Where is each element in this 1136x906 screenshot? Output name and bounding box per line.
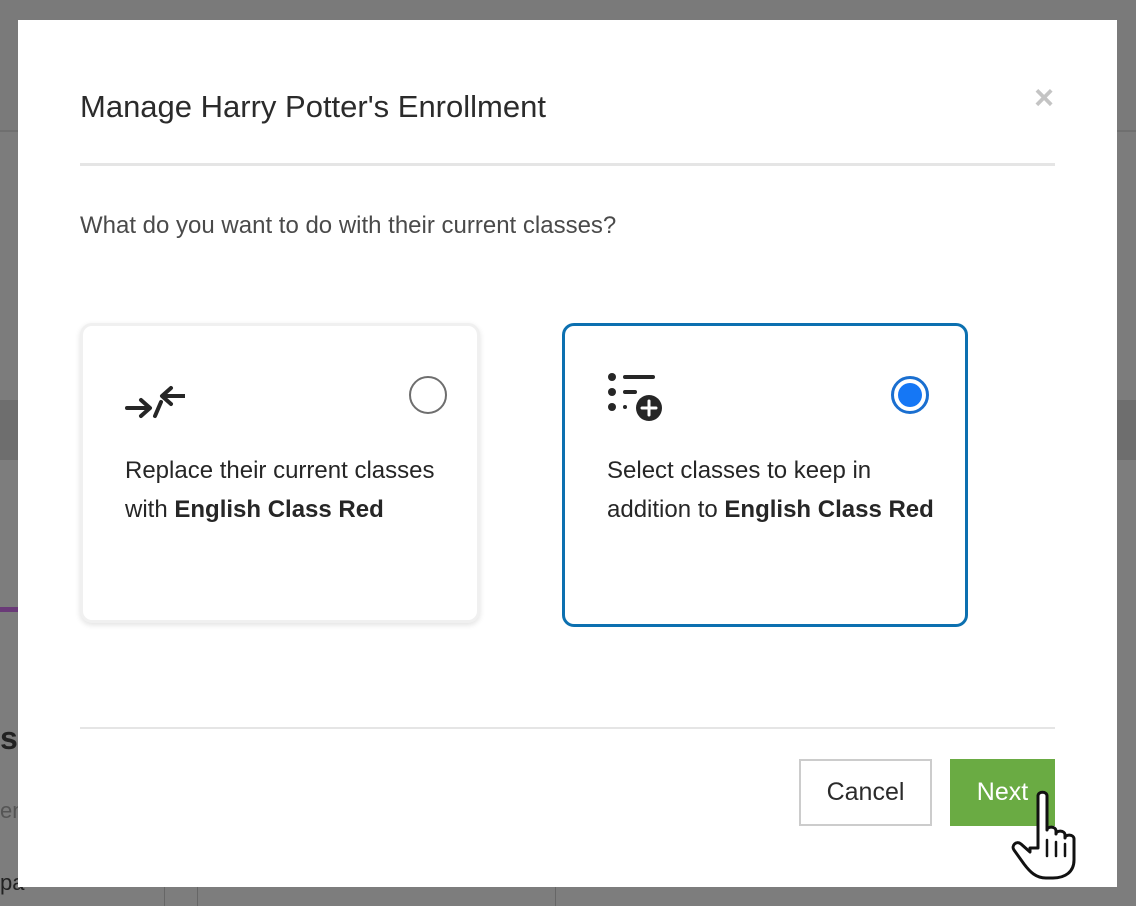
header-divider bbox=[80, 163, 1055, 166]
option-text-replace: Replace their current classes with Engli… bbox=[125, 451, 465, 529]
arrows-merge-icon bbox=[125, 386, 185, 418]
background-column-divider bbox=[555, 886, 556, 906]
background-accent-bar bbox=[0, 607, 18, 612]
list-add-icon bbox=[608, 373, 662, 421]
background-subtext-fragment: en bbox=[0, 798, 18, 823]
keep-radio[interactable] bbox=[891, 376, 929, 414]
option-card-keep[interactable]: Select classes to keep in addition to En… bbox=[562, 323, 968, 627]
enrollment-modal: Manage Harry Potter's Enrollment × What … bbox=[18, 20, 1117, 887]
option-class-name: English Class Red bbox=[724, 496, 934, 523]
close-button[interactable]: × bbox=[1028, 80, 1060, 116]
option-card-replace[interactable]: Replace their current classes with Engli… bbox=[80, 323, 480, 623]
background-heading-fragment: s bbox=[0, 720, 18, 756]
cancel-button[interactable]: Cancel bbox=[799, 759, 932, 826]
radio-selected-dot bbox=[898, 383, 922, 407]
option-text-keep: Select classes to keep in addition to En… bbox=[607, 451, 947, 529]
close-icon: × bbox=[1034, 79, 1054, 117]
footer-divider bbox=[80, 727, 1055, 729]
modal-question: What do you want to do with their curren… bbox=[80, 212, 617, 239]
background-column-divider bbox=[197, 886, 198, 906]
option-class-name: English Class Red bbox=[174, 496, 384, 523]
replace-radio[interactable] bbox=[409, 376, 447, 414]
next-button[interactable]: Next bbox=[950, 759, 1055, 826]
modal-title: Manage Harry Potter's Enrollment bbox=[80, 89, 546, 124]
background-column-divider bbox=[164, 886, 165, 906]
